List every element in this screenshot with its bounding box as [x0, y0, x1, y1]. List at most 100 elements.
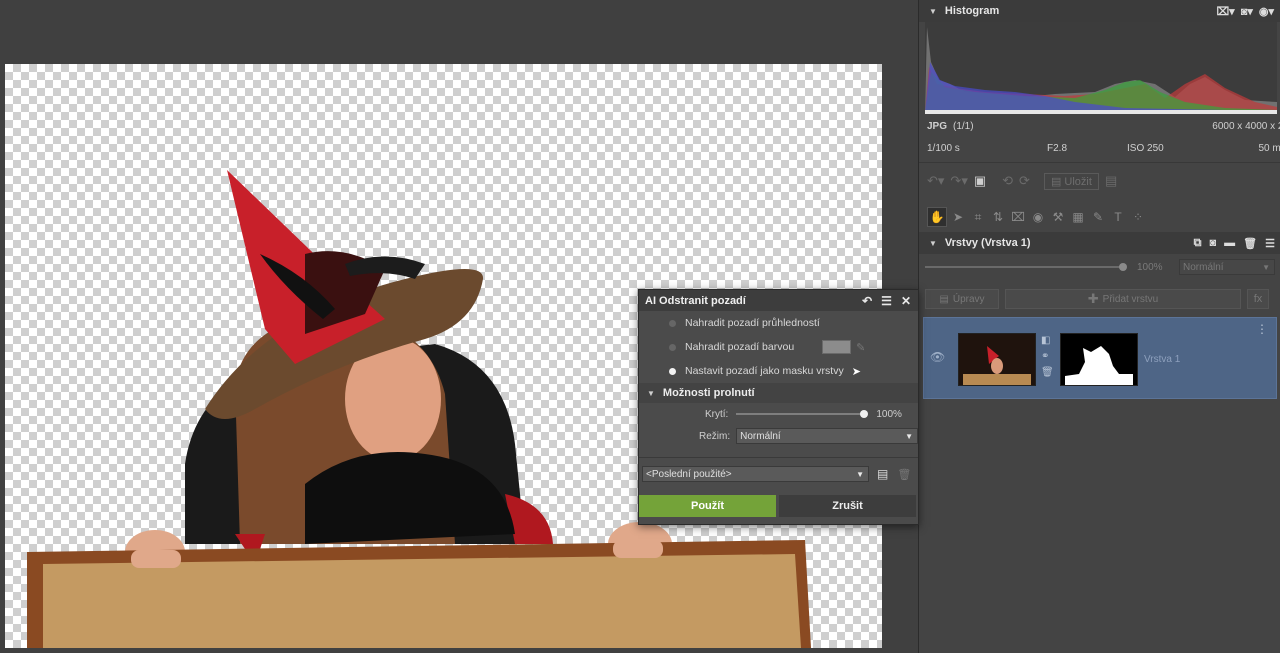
chevron-down-icon: ▼ [905, 431, 913, 441]
layer-actions-row: ▤ Úpravy ✚ Přidat vrstvu fx [925, 289, 1277, 309]
layer-menu-icon[interactable]: ⋮ [1256, 322, 1268, 336]
close-icon[interactable]: ✕ [901, 294, 911, 308]
layer-mask-thumbnail[interactable] [1060, 333, 1138, 386]
transform-tool-icon[interactable]: ⇅ [989, 208, 1007, 226]
apply-button[interactable]: Použít [639, 495, 776, 517]
dialog-titlebar[interactable]: AI Odstranit pozadí ↶ ☰ ✕ [639, 290, 918, 311]
layer-blend-select[interactable]: Normální ▼ [1179, 259, 1275, 275]
brush-tool-icon[interactable]: ✎ [1089, 208, 1107, 226]
histogram-title: Histogram [944, 5, 1000, 17]
mask-icon[interactable]: ◙▾ [1241, 5, 1253, 18]
collapse-triangle-icon[interactable]: ▼ [929, 7, 937, 16]
exif-row: 1/100 s F2.8 ISO 250 50 mm [919, 143, 1280, 154]
layer-name: Vrstva 1 [1144, 354, 1181, 365]
image-count: (1/1) [953, 121, 974, 132]
image-info-row: JPG (1/1) 6000 x 4000 x 24 [919, 121, 1280, 132]
hand-tool-icon[interactable]: ✋ [927, 207, 947, 227]
layer-thumbnail[interactable] [958, 333, 1036, 386]
link-icon[interactable]: ⚭ [1041, 351, 1054, 362]
dialog-title: AI Odstranit pozadí [645, 294, 746, 307]
folder-icon[interactable]: ▬ [1224, 237, 1235, 250]
mode-label: Režim: [699, 430, 731, 442]
option-color[interactable]: Nahradit pozadí barvou ✎ [639, 335, 918, 359]
cancel-button[interactable]: Zrušit [779, 495, 916, 517]
crop-icon[interactable]: ⌧▾ [1217, 5, 1235, 18]
adjustments-label: Úpravy [952, 293, 985, 305]
layers-header[interactable]: ▼ Vrstvy (Vrstva 1) ⧉ ◙ ▬ 🗑 ☰ [919, 232, 1280, 254]
select-tool-icon[interactable]: ➤ [949, 208, 967, 226]
layer-item[interactable]: 👁 ◧ ⚭ 🗑 Vrstva 1 ⋮ [923, 317, 1277, 399]
option-mask[interactable]: Nastavit pozadí jako masku vrstvy ➤ [639, 359, 918, 383]
opacity-value: 100% [876, 408, 902, 420]
crop-tool-icon[interactable]: ⌗ [969, 208, 987, 226]
menu-icon[interactable]: ☰ [1265, 237, 1275, 250]
color-swatch[interactable] [822, 340, 852, 354]
delete-preset-icon[interactable]: 🗑 [897, 468, 911, 481]
layer-mask-icon[interactable]: ◙ [1210, 237, 1217, 250]
save-preset-icon[interactable]: ▤ [877, 467, 888, 481]
radio-transparency[interactable] [669, 319, 676, 327]
fx-label: fx [1253, 293, 1263, 305]
preset-value: <Poslední použité> [646, 468, 732, 480]
add-layer-button[interactable]: ✚ Přidat vrstvu [1005, 289, 1241, 309]
aperture: F2.8 [1047, 143, 1068, 154]
option-transparency[interactable]: Nahradit pozadí průhledností [639, 311, 918, 335]
save-as-icon[interactable]: ▤ [1105, 173, 1117, 189]
trash-icon[interactable]: 🗑 [1243, 237, 1257, 250]
option-transparency-label: Nahradit pozadí průhledností [685, 317, 820, 329]
visibility-eye-icon[interactable]: 👁 [930, 350, 945, 364]
slider-thumb[interactable] [1119, 263, 1127, 271]
divider [919, 162, 1280, 163]
mask-toggle-icon[interactable]: ◧ [1041, 335, 1054, 346]
plus-icon: ✚ [1087, 291, 1099, 306]
layer-opacity-value: 100% [1137, 261, 1163, 273]
duplicate-layer-icon[interactable]: ⧉ [1194, 237, 1202, 250]
blend-options-header[interactable]: ▼ Možnosti prolnutí [639, 383, 918, 403]
histogram-graph [925, 22, 1277, 114]
pattern-tool-icon[interactable]: ▦ [1069, 208, 1087, 226]
mode-value: Normální [740, 430, 781, 442]
save-button[interactable]: ▤ Uložit [1043, 172, 1099, 190]
mode-select[interactable]: Normální ▼ [736, 428, 918, 444]
dialog-buttons: Použít Zrušit [639, 495, 918, 517]
option-color-label: Nahradit pozadí barvou [685, 341, 795, 353]
tools-row: ✋ ➤ ⌗ ⇅ ⌧ ◉ ⚒ ▦ ✎ T ⁘ [919, 206, 1147, 228]
adjustments-button[interactable]: ▤ Úpravy [925, 289, 999, 309]
image-icon[interactable]: ▣ [974, 173, 986, 189]
text-tool-icon[interactable]: T [1109, 208, 1127, 226]
rotate-left-icon[interactable]: ⟲ [1002, 173, 1013, 189]
more-tools-icon[interactable]: ⁘ [1129, 208, 1147, 226]
image-dimensions: 6000 x 4000 x 24 [1212, 121, 1280, 132]
preset-select[interactable]: <Poslední použité> ▼ [642, 466, 869, 482]
preset-row: <Poslední použité> ▼ ▤ 🗑 [639, 464, 918, 484]
undo-icon[interactable]: ↶▾ [927, 173, 944, 189]
eye-tool-icon[interactable]: ◉ [1029, 208, 1047, 226]
opacity-label: Krytí: [705, 408, 729, 420]
fx-button[interactable]: fx [1247, 289, 1269, 309]
mode-row: Režim: Normální ▼ [639, 425, 918, 447]
lasso-tool-icon[interactable]: ⌧ [1009, 208, 1027, 226]
format-label: JPG [927, 121, 948, 132]
delete-mask-icon[interactable]: 🗑 [1041, 367, 1054, 378]
collapse-triangle-icon[interactable]: ▼ [647, 389, 655, 398]
opacity-slider-thumb[interactable] [860, 410, 869, 418]
add-layer-label: Přidat vrstvu [1102, 293, 1159, 305]
reset-icon[interactable]: ↶ [862, 294, 872, 308]
radio-mask[interactable] [669, 367, 676, 375]
clone-tool-icon[interactable]: ⚒ [1049, 208, 1067, 226]
layer-opacity-slider[interactable] [925, 263, 1127, 271]
rotate-right-icon[interactable]: ⟳ [1019, 173, 1030, 189]
blend-options-title: Možnosti prolnutí [662, 387, 755, 399]
radio-color[interactable] [669, 343, 676, 351]
chevron-down-icon: ▼ [856, 469, 864, 479]
target-icon[interactable]: ◉▾ [1259, 5, 1274, 18]
opacity-slider[interactable] [736, 410, 869, 418]
eyedropper-icon[interactable]: ✎ [856, 341, 865, 354]
redo-icon[interactable]: ↷▾ [950, 173, 967, 189]
dialog-menu-icon[interactable]: ☰ [881, 294, 892, 308]
adjustments-icon: ▤ [939, 293, 949, 305]
right-panel: ▼ Histogram ⌧▾ ◙▾ ◉▾ JPG (1/1) 6000 x 40… [918, 0, 1280, 653]
collapse-triangle-icon[interactable]: ▼ [929, 239, 937, 248]
option-mask-label: Nastavit pozadí jako masku vrstvy [685, 365, 844, 377]
histogram-header[interactable]: ▼ Histogram ⌧▾ ◙▾ ◉▾ [919, 0, 1280, 22]
